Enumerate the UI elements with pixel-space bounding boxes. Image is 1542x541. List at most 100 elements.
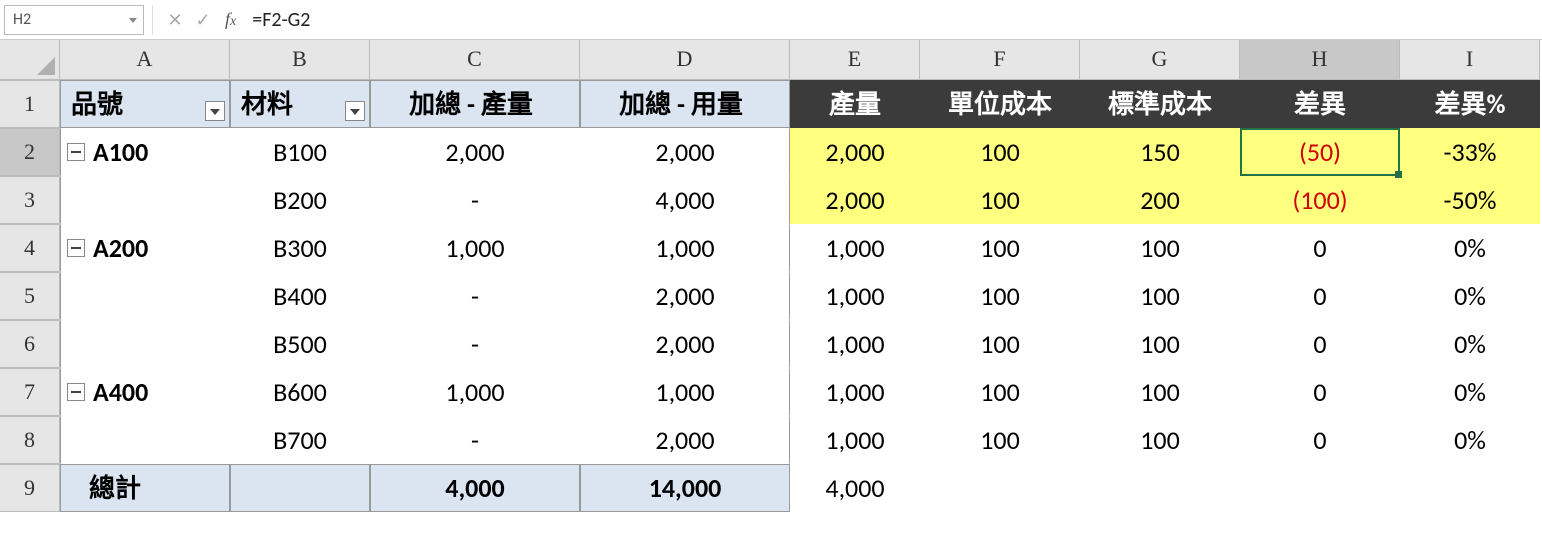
cell[interactable]: 100 <box>920 416 1080 464</box>
cell[interactable]: B700 <box>230 416 370 464</box>
formula-input[interactable]: =F2-G2 <box>244 8 1542 32</box>
cell[interactable]: 4,000 <box>370 464 580 512</box>
cell[interactable] <box>1400 464 1540 512</box>
pivot-header-D[interactable]: 加總 - 用量 <box>580 80 790 128</box>
cell[interactable]: B300 <box>230 224 370 272</box>
col-header-E[interactable]: E <box>790 40 920 80</box>
cell[interactable]: 14,000 <box>580 464 790 512</box>
pivot-item-a[interactable] <box>60 320 230 368</box>
cell[interactable]: 100 <box>1080 272 1240 320</box>
row-header-3[interactable]: 3 <box>0 176 60 224</box>
row-header-9[interactable]: 9 <box>0 464 60 512</box>
fx-icon[interactable]: fx <box>225 9 236 30</box>
cell[interactable]: 1,000 <box>370 368 580 416</box>
pivot-item-a[interactable]: A200 <box>60 224 230 272</box>
table-header-H[interactable]: 差異 <box>1240 80 1400 128</box>
cell[interactable] <box>920 464 1080 512</box>
table-header-E[interactable]: 產量 <box>790 80 920 128</box>
cell[interactable]: 0% <box>1400 320 1540 368</box>
table-header-F[interactable]: 單位成本 <box>920 80 1080 128</box>
table-header-I[interactable]: 差異% <box>1400 80 1540 128</box>
cell[interactable] <box>1240 464 1400 512</box>
cell[interactable]: 200 <box>1080 176 1240 224</box>
pivot-item-a[interactable] <box>60 176 230 224</box>
col-header-A[interactable]: A <box>60 40 230 80</box>
total-label[interactable]: 總計 <box>60 464 230 512</box>
cell[interactable]: 0% <box>1400 368 1540 416</box>
row-header-5[interactable]: 5 <box>0 272 60 320</box>
filter-icon[interactable] <box>345 101 365 121</box>
col-header-G[interactable]: G <box>1080 40 1240 80</box>
cell[interactable]: 100 <box>920 224 1080 272</box>
cell[interactable]: 100 <box>920 368 1080 416</box>
cell[interactable] <box>1080 464 1240 512</box>
pivot-item-a[interactable] <box>60 416 230 464</box>
collapse-icon[interactable] <box>67 383 85 401</box>
cell[interactable]: 1,000 <box>580 368 790 416</box>
filter-icon[interactable] <box>205 101 225 121</box>
row-header-6[interactable]: 6 <box>0 320 60 368</box>
cell[interactable] <box>230 464 370 512</box>
col-header-H[interactable]: H <box>1240 40 1400 80</box>
cell[interactable]: 0 <box>1240 224 1400 272</box>
cell[interactable]: 1,000 <box>790 416 920 464</box>
cell[interactable]: 2,000 <box>580 320 790 368</box>
col-header-D[interactable]: D <box>580 40 790 80</box>
cell[interactable]: 1,000 <box>790 224 920 272</box>
cell[interactable]: 0 <box>1240 320 1400 368</box>
cell[interactable]: - <box>370 272 580 320</box>
cell[interactable]: 100 <box>920 176 1080 224</box>
col-header-C[interactable]: C <box>370 40 580 80</box>
pivot-item-a[interactable] <box>60 272 230 320</box>
cell[interactable]: 4,000 <box>790 464 920 512</box>
cell[interactable]: B400 <box>230 272 370 320</box>
pivot-item-a[interactable]: A400 <box>60 368 230 416</box>
col-header-F[interactable]: F <box>920 40 1080 80</box>
cell[interactable]: 2,000 <box>580 416 790 464</box>
cell[interactable]: 1,000 <box>580 224 790 272</box>
cell[interactable]: (100) <box>1240 176 1400 224</box>
cell[interactable]: 100 <box>1080 416 1240 464</box>
cell[interactable]: 100 <box>920 128 1080 176</box>
cell[interactable]: 1,000 <box>370 224 580 272</box>
row-header-4[interactable]: 4 <box>0 224 60 272</box>
cell[interactable]: (50) <box>1240 128 1400 176</box>
pivot-item-a[interactable]: A100 <box>60 128 230 176</box>
cell[interactable]: 2,000 <box>790 128 920 176</box>
cell[interactable]: 2,000 <box>580 128 790 176</box>
cell[interactable]: 0% <box>1400 224 1540 272</box>
cell[interactable]: - <box>370 416 580 464</box>
cell[interactable]: -50% <box>1400 176 1540 224</box>
dropdown-icon[interactable] <box>129 18 137 23</box>
cell[interactable]: B100 <box>230 128 370 176</box>
cell[interactable]: 1,000 <box>790 272 920 320</box>
select-all-corner[interactable] <box>0 40 60 80</box>
cell[interactable]: 150 <box>1080 128 1240 176</box>
cell[interactable]: 4,000 <box>580 176 790 224</box>
cell[interactable]: 0% <box>1400 272 1540 320</box>
cell[interactable]: 2,000 <box>370 128 580 176</box>
pivot-header-C[interactable]: 加總 - 產量 <box>370 80 580 128</box>
cell[interactable]: 100 <box>1080 320 1240 368</box>
cell[interactable]: 1,000 <box>790 368 920 416</box>
pivot-header-B[interactable]: 材料 <box>230 80 370 128</box>
collapse-icon[interactable] <box>67 239 85 257</box>
cell[interactable]: 2,000 <box>580 272 790 320</box>
cell[interactable]: B200 <box>230 176 370 224</box>
cell[interactable]: B500 <box>230 320 370 368</box>
cell[interactable]: B600 <box>230 368 370 416</box>
cell[interactable]: 100 <box>920 272 1080 320</box>
cell[interactable]: 0 <box>1240 416 1400 464</box>
cell[interactable]: 0 <box>1240 272 1400 320</box>
row-header-1[interactable]: 1 <box>0 80 60 128</box>
cell[interactable]: - <box>370 320 580 368</box>
row-header-7[interactable]: 7 <box>0 368 60 416</box>
cell[interactable]: 100 <box>1080 224 1240 272</box>
cell[interactable]: 2,000 <box>790 176 920 224</box>
cell[interactable]: -33% <box>1400 128 1540 176</box>
cell[interactable]: 100 <box>1080 368 1240 416</box>
pivot-header-A[interactable]: 品號 <box>60 80 230 128</box>
cell[interactable]: 0 <box>1240 368 1400 416</box>
cell[interactable]: 0% <box>1400 416 1540 464</box>
cell[interactable]: - <box>370 176 580 224</box>
